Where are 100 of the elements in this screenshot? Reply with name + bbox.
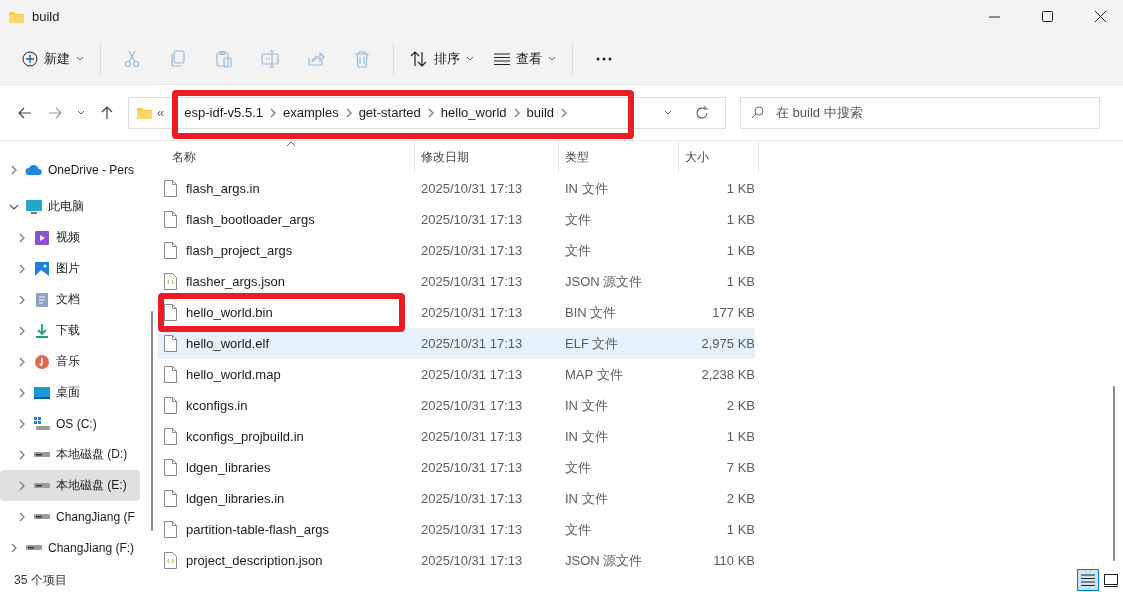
file-name: flasher_args.json xyxy=(186,274,285,289)
sidebar-item[interactable]: 图片 xyxy=(0,253,140,284)
column-header[interactable]: 名称 xyxy=(158,141,415,173)
caret-icon xyxy=(77,109,85,116)
file-icon xyxy=(164,490,177,507)
overflow-indicator[interactable]: « xyxy=(157,105,165,120)
address-bar[interactable]: « esp-idf-v5.5.1 examples get-started hello_world build xyxy=(128,96,726,129)
file-row[interactable]: ldgen_libraries.in 2025/10/31 17:13 IN 文件 2 KB xyxy=(158,483,755,514)
column-header[interactable]: 类型 xyxy=(559,141,679,173)
file-type: IN 文件 xyxy=(564,396,609,415)
modified-date: 2025/10/31 17:13 xyxy=(420,367,524,382)
modified-date: 2025/10/31 17:13 xyxy=(420,398,524,413)
sidebar-item[interactable]: 下载 xyxy=(0,315,140,346)
file-type: IN 文件 xyxy=(564,489,609,508)
drive-icon xyxy=(26,545,42,550)
file-name: hello_world.bin xyxy=(186,305,273,320)
sidebar-item[interactable]: 本地磁盘 (D:) xyxy=(0,439,140,470)
sidebar-item[interactable]: 视频 xyxy=(0,222,140,253)
file-type: MAP 文件 xyxy=(564,365,624,384)
scrollbar-thumb[interactable] xyxy=(1113,386,1115,561)
monitor-icon xyxy=(25,198,43,215)
file-name: hello_world.elf xyxy=(186,336,270,351)
file-size: 7 KB xyxy=(725,460,755,475)
column-header[interactable]: 修改日期 xyxy=(415,141,559,173)
drive-icon xyxy=(34,452,50,457)
chevron-down-icon[interactable] xyxy=(8,202,20,211)
picture-icon xyxy=(33,260,51,277)
item-count: 35 个项目 xyxy=(14,571,68,589)
sidebar-item[interactable]: OneDrive - Pers xyxy=(0,154,140,185)
lines-icon xyxy=(494,52,510,65)
folder-icon xyxy=(8,9,25,24)
drive-icon xyxy=(33,415,51,432)
file-row[interactable]: hello_world.elf 2025/10/31 17:13 ELF 文件 2,975 KB xyxy=(158,328,755,359)
file-icon xyxy=(164,242,177,259)
file-row[interactable]: flash_bootloader_args 2025/10/31 17:13 文件 1 KB xyxy=(158,204,755,235)
file-row[interactable]: flash_args.in 2025/10/31 17:13 IN 文件 1 KB xyxy=(158,173,755,204)
file-row[interactable]: flash_project_args 2025/10/31 17:13 文件 1 KB xyxy=(158,235,755,266)
sidebar-item[interactable]: 此电脑 xyxy=(0,191,140,222)
modified-date: 2025/10/31 17:13 xyxy=(420,429,524,444)
search-icon xyxy=(751,106,764,119)
breadcrumb-segment[interactable]: examples xyxy=(277,105,345,120)
caret-icon xyxy=(664,109,672,116)
file-size: 110 KB xyxy=(712,553,755,568)
sidebar-item[interactable]: 桌面 xyxy=(0,377,140,408)
file-row[interactable]: hello_world.bin 2025/10/31 17:13 BIN 文件 177 KB xyxy=(158,297,755,328)
file-size: 177 KB xyxy=(711,305,755,320)
breadcrumb-segment[interactable]: build xyxy=(520,105,561,120)
json-file-icon xyxy=(164,552,177,569)
sidebar-item[interactable]: ChangJiang (F xyxy=(0,501,140,532)
breadcrumb-chevron-icon[interactable] xyxy=(560,107,569,118)
sidebar-item[interactable]: 音乐 xyxy=(0,346,140,377)
breadcrumb-chevron-icon[interactable] xyxy=(426,107,435,118)
modified-date: 2025/10/31 17:13 xyxy=(420,305,524,320)
sidebar-item[interactable]: OS (C:) xyxy=(0,408,140,439)
file-size: 1 KB xyxy=(725,274,755,289)
file-size: 2,238 KB xyxy=(700,367,755,382)
sort-up-icon xyxy=(286,141,296,147)
file-icon xyxy=(164,521,177,538)
file-type: JSON 源文件 xyxy=(564,551,644,570)
file-row[interactable]: hello_world.map 2025/10/31 17:13 MAP 文件 2,238 KB xyxy=(158,359,755,390)
sort-button[interactable]: 排序 xyxy=(402,41,482,76)
breadcrumb-segment[interactable]: hello_world xyxy=(434,105,513,120)
file-row[interactable]: kconfigs.in 2025/10/31 17:13 IN 文件 2 KB xyxy=(158,390,755,421)
file-size: 2 KB xyxy=(725,398,755,413)
breadcrumb-chevron-icon[interactable] xyxy=(269,107,277,118)
file-row[interactable]: flasher_args.json 2025/10/31 17:13 JSON 源文件 1 KB xyxy=(158,266,755,297)
file-row[interactable]: kconfigs_projbuild.in 2025/10/31 17:13 IN 文件 1 KB xyxy=(158,421,755,452)
new-button[interactable]: 新建 xyxy=(14,41,92,76)
file-row[interactable]: partition-table-flash_args 2025/10/31 17:13 文件 1 KB xyxy=(158,514,755,545)
paste-icon xyxy=(215,49,233,68)
file-type: IN 文件 xyxy=(564,427,609,446)
breadcrumb-segment[interactable]: get-started xyxy=(352,105,427,120)
scissors-icon xyxy=(123,49,141,68)
file-type: 文件 xyxy=(564,520,592,539)
scrollbar-thumb[interactable] xyxy=(151,311,153,531)
caret-icon xyxy=(76,55,84,62)
breadcrumb-chevron-icon[interactable] xyxy=(344,107,353,118)
sidebar-item[interactable]: 文档 xyxy=(0,284,140,315)
file-name: flash_bootloader_args xyxy=(186,212,315,227)
search-field[interactable]: 在 build 中搜索 xyxy=(776,97,1099,128)
breadcrumb-chevron-icon[interactable] xyxy=(512,107,521,118)
sidebar-item[interactable]: 本地磁盘 (E:) xyxy=(0,470,140,501)
document-icon xyxy=(33,291,51,308)
file-type: JSON 源文件 xyxy=(564,272,644,291)
modified-date: 2025/10/31 17:13 xyxy=(420,181,524,196)
copy-icon xyxy=(169,49,187,68)
file-type: 文件 xyxy=(564,210,592,229)
file-row[interactable]: ldgen_libraries 2025/10/31 17:13 文件 7 KB xyxy=(158,452,755,483)
modified-date: 2025/10/31 17:13 xyxy=(420,491,524,506)
file-row[interactable]: project_description.json 2025/10/31 17:13 JSON 源文件 110 KB xyxy=(158,545,755,576)
sidebar-item[interactable]: ChangJiang (F:) xyxy=(0,532,140,563)
file-name: project_description.json xyxy=(186,553,323,568)
drive-icon xyxy=(34,483,50,488)
search-box[interactable]: 在 build 中搜索 xyxy=(740,96,1100,129)
modified-date: 2025/10/31 17:13 xyxy=(420,553,524,568)
column-header[interactable]: 大小 xyxy=(679,141,759,173)
breadcrumb-segment[interactable]: esp-idf-v5.5.1 xyxy=(178,105,269,120)
details-view-button[interactable] xyxy=(1077,569,1099,591)
file-name: kconfigs.in xyxy=(186,398,248,413)
view-button[interactable]: 查看 xyxy=(486,41,564,76)
